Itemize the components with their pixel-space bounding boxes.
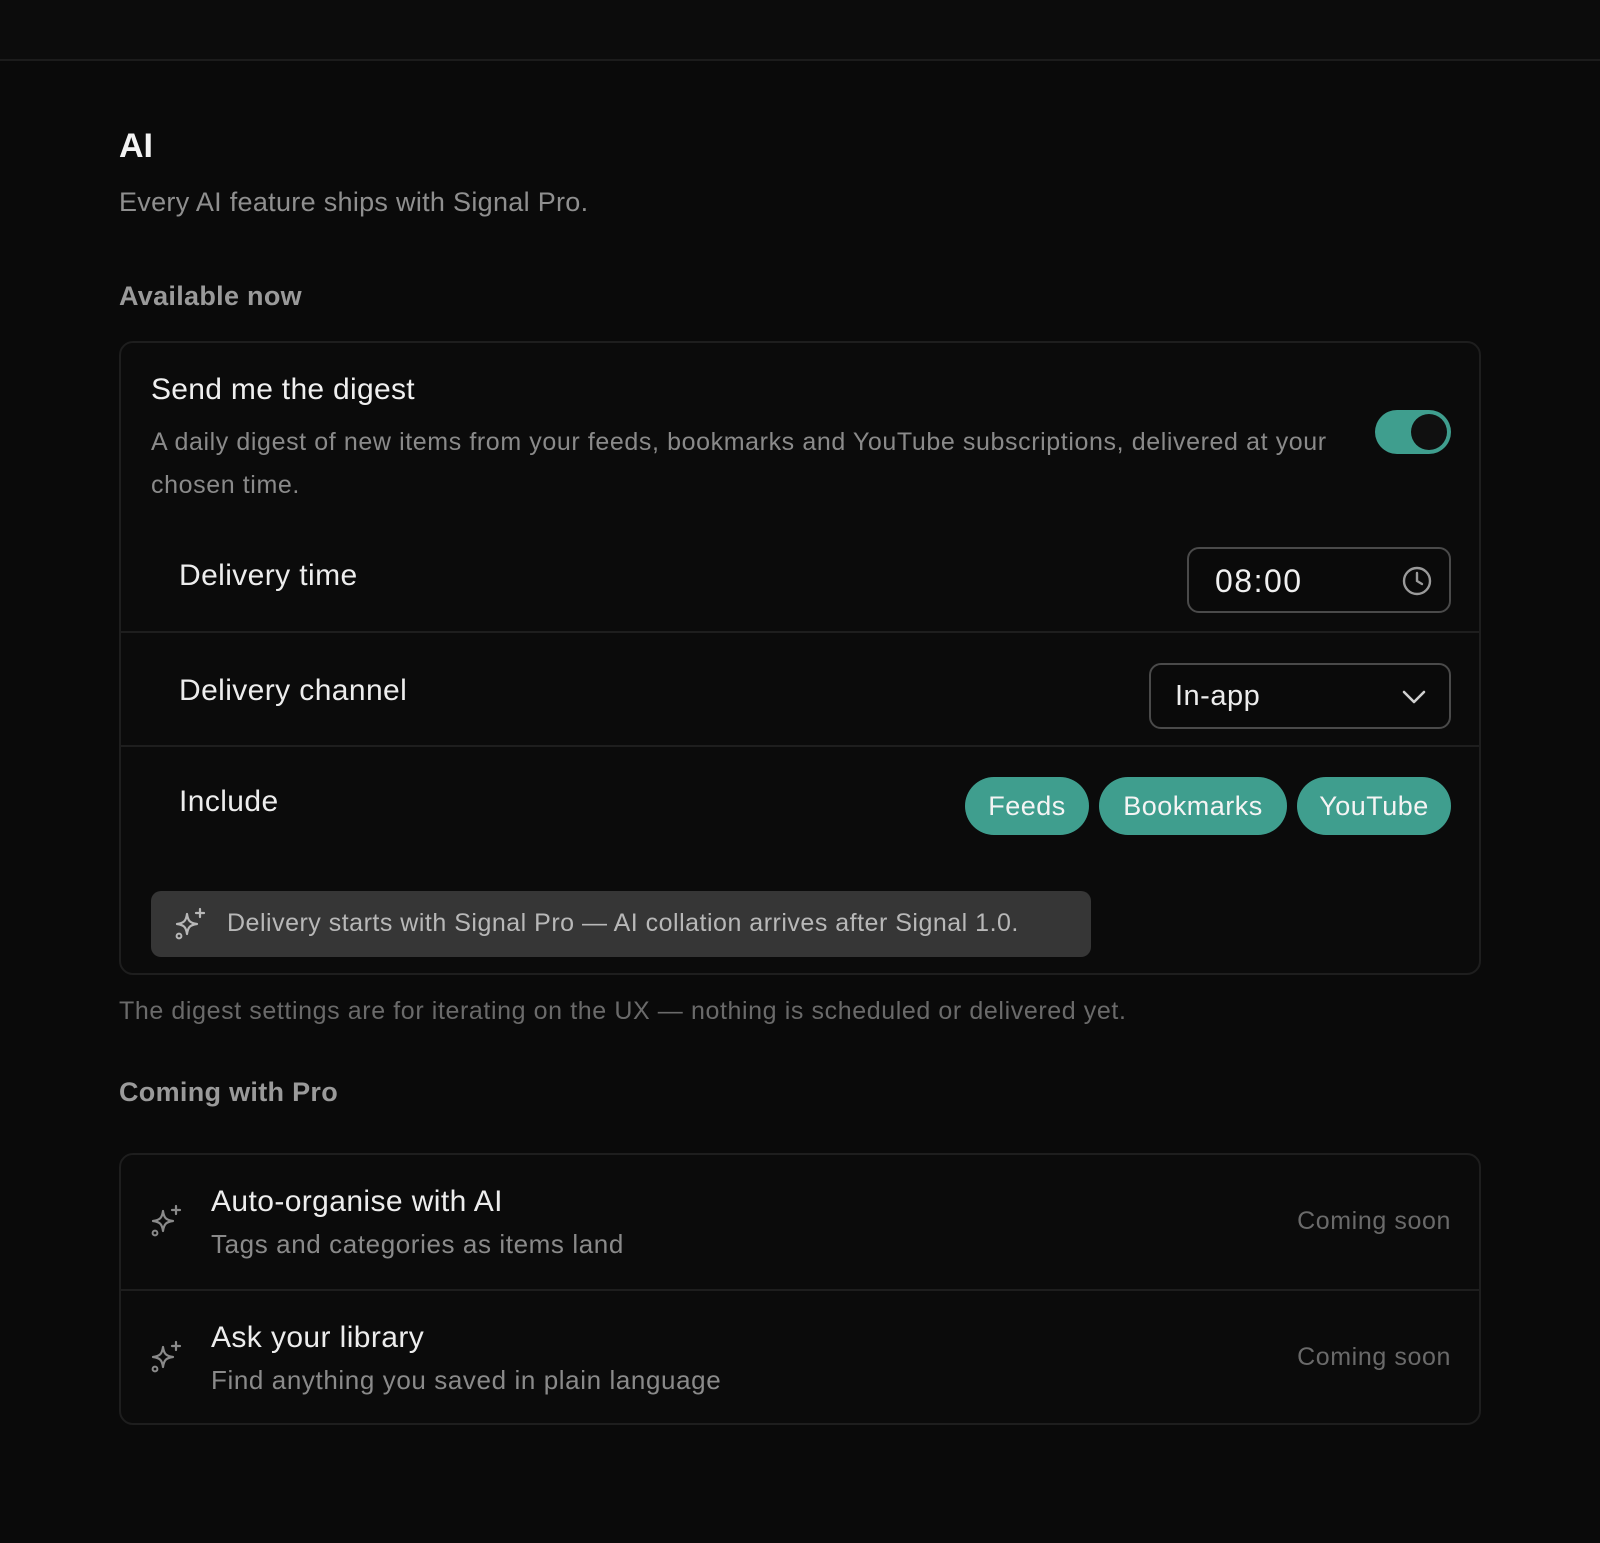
chip-bookmarks[interactable]: Bookmarks <box>1099 777 1287 835</box>
delivery-time-value: 08:00 <box>1215 563 1303 599</box>
chip-feeds[interactable]: Feeds <box>965 777 1089 835</box>
include-label: Include <box>179 785 279 818</box>
sparkles-icon <box>151 1204 182 1237</box>
page-subtitle: Every AI feature ships with Signal Pro. <box>119 187 589 217</box>
page-title: AI <box>119 127 153 165</box>
pro-notice: Delivery starts with Signal Pro — AI col… <box>151 891 1091 957</box>
top-bar <box>0 0 1600 61</box>
digest-header: Send me the digest A daily digest of new… <box>151 373 1351 507</box>
item-title: Auto-organise with AI <box>211 1185 503 1218</box>
digest-toggle[interactable] <box>1375 410 1451 454</box>
digest-title: Send me the digest <box>151 373 415 406</box>
sparkles-icon <box>151 1340 182 1373</box>
delivery-channel-value: In-app <box>1175 680 1261 712</box>
digest-card: Send me the digest A daily digest of new… <box>119 341 1481 975</box>
chip-youtube[interactable]: YouTube <box>1297 777 1451 835</box>
include-chips: Feeds Bookmarks YouTube <box>965 777 1451 835</box>
digest-footnote: The digest settings are for iterating on… <box>119 997 1127 1025</box>
row-divider <box>121 745 1479 747</box>
chevron-down-icon <box>1402 690 1426 704</box>
row-divider <box>121 631 1479 633</box>
item-description: Tags and categories as items land <box>211 1229 624 1259</box>
section-heading-coming: Coming with Pro <box>119 1077 338 1107</box>
toggle-knob <box>1411 414 1447 450</box>
status-badge: Coming soon <box>1297 1343 1451 1371</box>
delivery-channel-label: Delivery channel <box>179 674 408 707</box>
sparkles-icon <box>175 907 206 940</box>
item-title: Ask your library <box>211 1321 425 1354</box>
digest-description: A daily digest of new items from your fe… <box>151 428 1327 499</box>
delivery-channel-select[interactable]: In-app <box>1149 663 1451 729</box>
list-item-auto-organise: Auto-organise with AI Tags and categorie… <box>121 1155 1479 1289</box>
section-heading-available: Available now <box>119 281 302 311</box>
list-item-ask-library: Ask your library Find anything you saved… <box>121 1291 1479 1425</box>
clock-icon[interactable] <box>1401 565 1433 597</box>
coming-with-pro-card: Auto-organise with AI Tags and categorie… <box>119 1153 1481 1425</box>
delivery-time-input[interactable]: 08:00 <box>1187 547 1451 613</box>
status-badge: Coming soon <box>1297 1207 1451 1235</box>
delivery-time-label: Delivery time <box>179 559 358 592</box>
notice-text: Delivery starts with Signal Pro — AI col… <box>227 909 1019 937</box>
item-description: Find anything you saved in plain languag… <box>211 1365 722 1395</box>
